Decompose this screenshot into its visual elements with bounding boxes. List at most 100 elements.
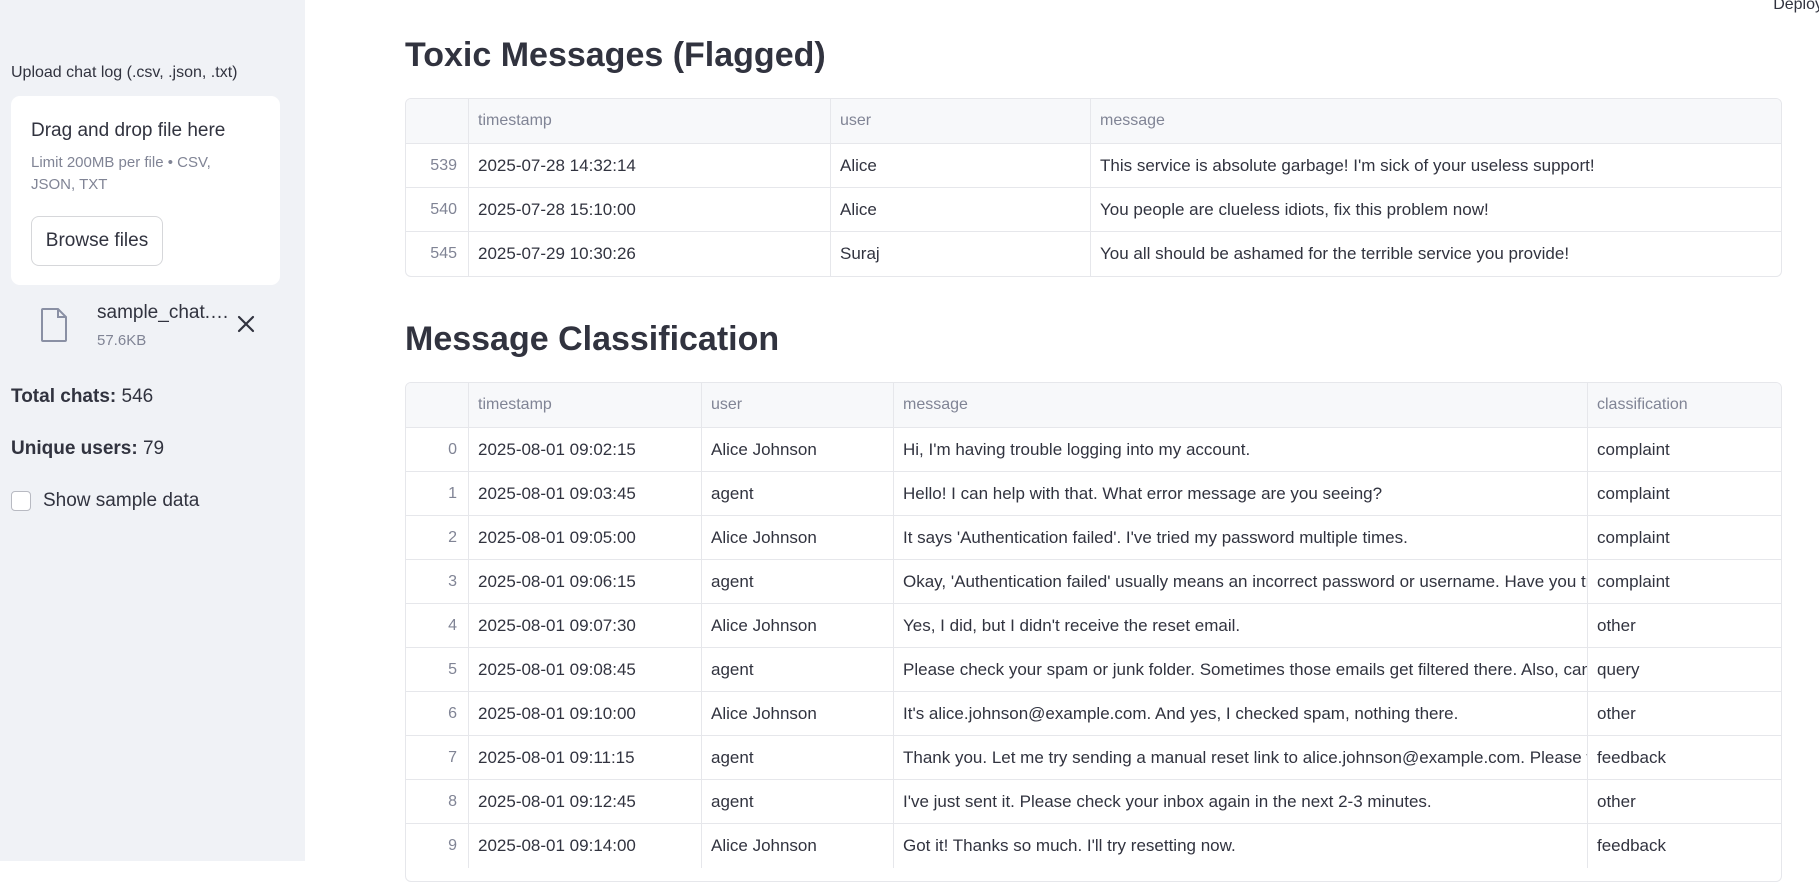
table-cell: 2025-07-28 14:32:14 — [469, 144, 831, 187]
file-icon — [41, 308, 67, 342]
column-header[interactable]: classification — [1588, 383, 1777, 427]
row-index: 0 — [406, 428, 469, 471]
table-cell: agent — [702, 736, 894, 779]
column-header[interactable]: user — [831, 99, 1091, 143]
row-index: 4 — [406, 604, 469, 647]
table-cell: 2025-08-01 09:07:30 — [469, 604, 702, 647]
browse-files-button[interactable]: Browse files — [31, 216, 163, 266]
table-cell: It says 'Authentication failed'. I've tr… — [894, 516, 1588, 559]
upload-label: Upload chat log (.csv, .json, .txt) — [11, 64, 238, 81]
row-index: 3 — [406, 560, 469, 603]
uploaded-file: sample_chat.csv 57.6KB — [40, 300, 270, 356]
table-row: 540 2025-07-28 15:10:00 Alice You people ar… — [406, 188, 1781, 232]
table-cell: It's alice.johnson@example.com. And yes,… — [894, 692, 1588, 735]
row-index: 539 — [406, 144, 469, 187]
table-row: 3 2025-08-01 09:06:15 agent Okay, 'Authenti… — [406, 560, 1781, 604]
row-index: 1 — [406, 472, 469, 515]
table-row: 2 2025-08-01 09:05:00 Alice Johnson It says… — [406, 516, 1781, 560]
table-cell: complaint — [1597, 483, 1670, 503]
row-index: 7 — [406, 736, 469, 779]
row-index: 6 — [406, 692, 469, 735]
table-cell: agent — [702, 780, 894, 823]
total-chats-label: Total chats: — [11, 386, 117, 407]
table-cell: 2025-08-01 09:05:00 — [469, 516, 702, 559]
unique-users-value: 79 — [142, 438, 165, 459]
column-header[interactable]: message — [894, 383, 1588, 427]
table-cell: query — [1597, 659, 1640, 679]
table-cell: 2025-08-01 09:08:45 — [469, 648, 702, 691]
unique-users: Unique users: 79 — [11, 438, 164, 460]
table-cell: Hi, I'm having trouble logging into my a… — [894, 428, 1588, 471]
table-cell: 2025-08-01 09:10:00 — [469, 692, 702, 735]
table-cell: 2025-08-01 09:12:45 — [469, 780, 702, 823]
dropzone-limit: Limit 200MB per file • CSV, JSON, TXT — [31, 154, 211, 193]
column-header[interactable]: timestamp — [469, 383, 702, 427]
deploy-button[interactable]: Deploy — [1773, 0, 1819, 14]
table-cell: Alice Johnson — [702, 604, 894, 647]
table-cell: Got it! Thanks so much. I'll try resetti… — [894, 824, 1588, 868]
dropzone-title: Drag and drop file here — [31, 120, 226, 141]
table-cell: You people are clueless idiots, fix this… — [1100, 199, 1489, 219]
message-classification-table[interactable]: timestamp user message classification 0 2025-… — [405, 382, 1782, 882]
table-cell: This service is absolute garbage! I'm si… — [1100, 155, 1595, 175]
file-dropzone[interactable]: Drag and drop file here Limit 200MB per … — [11, 96, 280, 285]
row-index: 9 — [406, 824, 469, 868]
row-index: 540 — [406, 188, 469, 231]
row-index: 8 — [406, 780, 469, 823]
show-sample-label: Show sample data — [43, 490, 200, 511]
table-cell: Yes, I did, but I didn't receive the res… — [894, 604, 1588, 647]
table-cell: agent — [702, 648, 894, 691]
message-classification-title: Message Classification — [405, 320, 780, 358]
table-row: 0 2025-08-01 09:02:15 Alice Johnson Hi, I'm… — [406, 428, 1781, 472]
table-cell: 2025-07-28 15:10:00 — [469, 188, 831, 231]
total-chats-value: 546 — [121, 386, 154, 407]
table-cell: other — [1597, 791, 1636, 811]
table-row: 5 2025-08-01 09:08:45 agent Please check yo… — [406, 648, 1781, 692]
table-cell: complaint — [1597, 571, 1670, 591]
table-cell: Alice — [831, 188, 1091, 231]
table-cell: 2025-08-01 09:06:15 — [469, 560, 702, 603]
column-header[interactable] — [406, 99, 469, 143]
table-row: 6 2025-08-01 09:10:00 Alice Johnson It's al… — [406, 692, 1781, 736]
table-row: 1 2025-08-01 09:03:45 agent Hello! I can he… — [406, 472, 1781, 516]
row-index: 545 — [406, 232, 469, 276]
table-cell: feedback — [1597, 747, 1666, 767]
table-header-row: timestamp user message classification — [406, 383, 1781, 428]
file-name: sample_chat.csv — [97, 302, 232, 323]
file-size: 57.6KB — [97, 332, 147, 349]
row-index: 2 — [406, 516, 469, 559]
total-chats: Total chats: 546 — [11, 386, 153, 408]
table-row: 9 2025-08-01 09:14:00 Alice Johnson Got it!… — [406, 824, 1781, 868]
close-icon[interactable] — [234, 312, 258, 336]
table-cell: agent — [702, 560, 894, 603]
table-cell: other — [1597, 615, 1636, 635]
table-row: 4 2025-08-01 09:07:30 Alice Johnson Yes, I … — [406, 604, 1781, 648]
table-cell: I've just sent it. Please check your inb… — [894, 780, 1588, 823]
table-header-row: timestamp user message — [406, 99, 1781, 144]
toxic-messages-table[interactable]: timestamp user message 539 2025-07-28 14:32:… — [405, 98, 1782, 277]
table-row: 7 2025-08-01 09:11:15 agent Thank you. Let … — [406, 736, 1781, 780]
show-sample-toggle[interactable]: Show sample data — [11, 488, 199, 514]
table-cell: Alice Johnson — [702, 824, 894, 868]
table-cell: 2025-08-01 09:11:15 — [469, 736, 702, 779]
row-index: 5 — [406, 648, 469, 691]
table-cell: Please check your spam or junk folder. S… — [894, 648, 1588, 691]
table-cell: Alice Johnson — [702, 428, 894, 471]
table-cell: Okay, 'Authentication failed' usually me… — [894, 560, 1588, 603]
table-cell: Alice — [831, 144, 1091, 187]
show-sample-checkbox[interactable] — [11, 491, 31, 511]
column-header[interactable]: user — [702, 383, 894, 427]
table-cell: Alice Johnson — [702, 516, 894, 559]
sidebar: Upload chat log (.csv, .json, .txt) Drag… — [0, 0, 305, 861]
column-header[interactable]: message — [1091, 99, 1781, 143]
table-cell: 2025-07-29 10:30:26 — [469, 232, 831, 276]
column-header[interactable]: timestamp — [469, 99, 831, 143]
table-cell: 2025-08-01 09:14:00 — [469, 824, 702, 868]
table-cell: 2025-08-01 09:02:15 — [469, 428, 702, 471]
table-cell: complaint — [1597, 439, 1670, 459]
unique-users-label: Unique users: — [11, 438, 138, 459]
table-cell: Thank you. Let me try sending a manual r… — [894, 736, 1588, 779]
table-cell: 2025-08-01 09:03:45 — [469, 472, 702, 515]
column-header[interactable] — [406, 383, 469, 427]
table-cell: feedback — [1597, 836, 1666, 855]
